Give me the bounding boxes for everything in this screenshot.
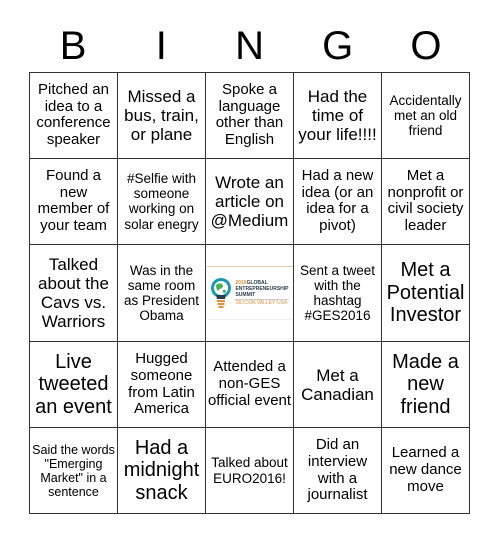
bingo-cell[interactable]: Had a midnight snack: [117, 427, 206, 514]
grid-row: Said the words "Emerging Market" in a se…: [29, 427, 470, 514]
grid-row: Live tweeted an event Hugged someone fro…: [29, 341, 470, 429]
bingo-cell[interactable]: #Selfie with someone working on solar en…: [117, 157, 206, 245]
logo-line3: SUMMIT: [235, 291, 256, 298]
header-letter-i: I: [155, 24, 167, 68]
free-space-cell[interactable]: 2016GLOBAL ENTREPRENEURSHIP SUMMIT SILIC…: [205, 243, 294, 343]
grid-row: Talked about the Cavs vs. Warriors Was i…: [29, 243, 470, 343]
grid-row: Found a new member of your team #Selfie …: [29, 157, 470, 245]
bingo-cell[interactable]: Wrote an article on @Medium: [205, 157, 294, 245]
bingo-cell[interactable]: Said the words "Emerging Market" in a se…: [29, 427, 118, 514]
bingo-cell[interactable]: Met a Potential Investor: [381, 243, 470, 343]
header-letter-g: G: [322, 24, 354, 68]
bingo-cell[interactable]: Talked about EURO2016!: [205, 427, 294, 514]
bingo-cell[interactable]: Did an interview with a journalist: [293, 427, 382, 514]
bingo-cell[interactable]: Pitched an idea to a conference speaker: [29, 72, 118, 159]
logo-line4: SILICON VALLEY·USA: [235, 298, 289, 306]
bingo-cell[interactable]: Found a new member of your team: [29, 157, 118, 245]
bingo-grid: Pitched an idea to a conference speaker …: [29, 72, 470, 514]
bingo-cell[interactable]: Accidentally met an old friend: [381, 72, 470, 159]
header-letter-n: N: [235, 24, 264, 68]
bingo-cell[interactable]: Talked about the Cavs vs. Warriors: [29, 243, 118, 343]
bingo-cell[interactable]: Attended a non-GES official event: [205, 341, 294, 429]
bingo-cell[interactable]: Had the time of your life!!!!: [293, 72, 382, 159]
bingo-cell[interactable]: Missed a bus, train, or plane: [117, 72, 206, 159]
bingo-cell[interactable]: Spoke a language other than English: [205, 72, 294, 159]
bingo-cell[interactable]: Live tweeted an event: [29, 341, 118, 429]
bingo-cell[interactable]: Hugged someone from Latin America: [117, 341, 206, 429]
bingo-cell[interactable]: Had a new idea (or an idea for a pivot): [293, 157, 382, 245]
ges-logo: 2016GLOBAL ENTREPRENEURSHIP SUMMIT SILIC…: [206, 265, 293, 320]
logo-text: 2016GLOBAL ENTREPRENEURSHIP SUMMIT SILIC…: [235, 280, 289, 306]
bingo-cell[interactable]: Met a nonprofit or civil society leader: [381, 157, 470, 245]
bingo-cell[interactable]: Was in the same room as President Obama: [117, 243, 206, 343]
header-letter-o: O: [410, 24, 442, 68]
header-letter-b: B: [59, 24, 87, 68]
bingo-header: B I N G O: [29, 22, 470, 72]
lightbulb-globe-hand-icon: [211, 277, 232, 308]
bingo-cell[interactable]: Made a new friend: [381, 341, 470, 429]
grid-row: Pitched an idea to a conference speaker …: [29, 72, 470, 159]
bingo-cell[interactable]: Met a Canadian: [293, 341, 382, 429]
bingo-cell[interactable]: Learned a new dance move: [381, 427, 470, 514]
bingo-cell[interactable]: Sent a tweet with the hashtag #GES2016: [293, 243, 382, 343]
